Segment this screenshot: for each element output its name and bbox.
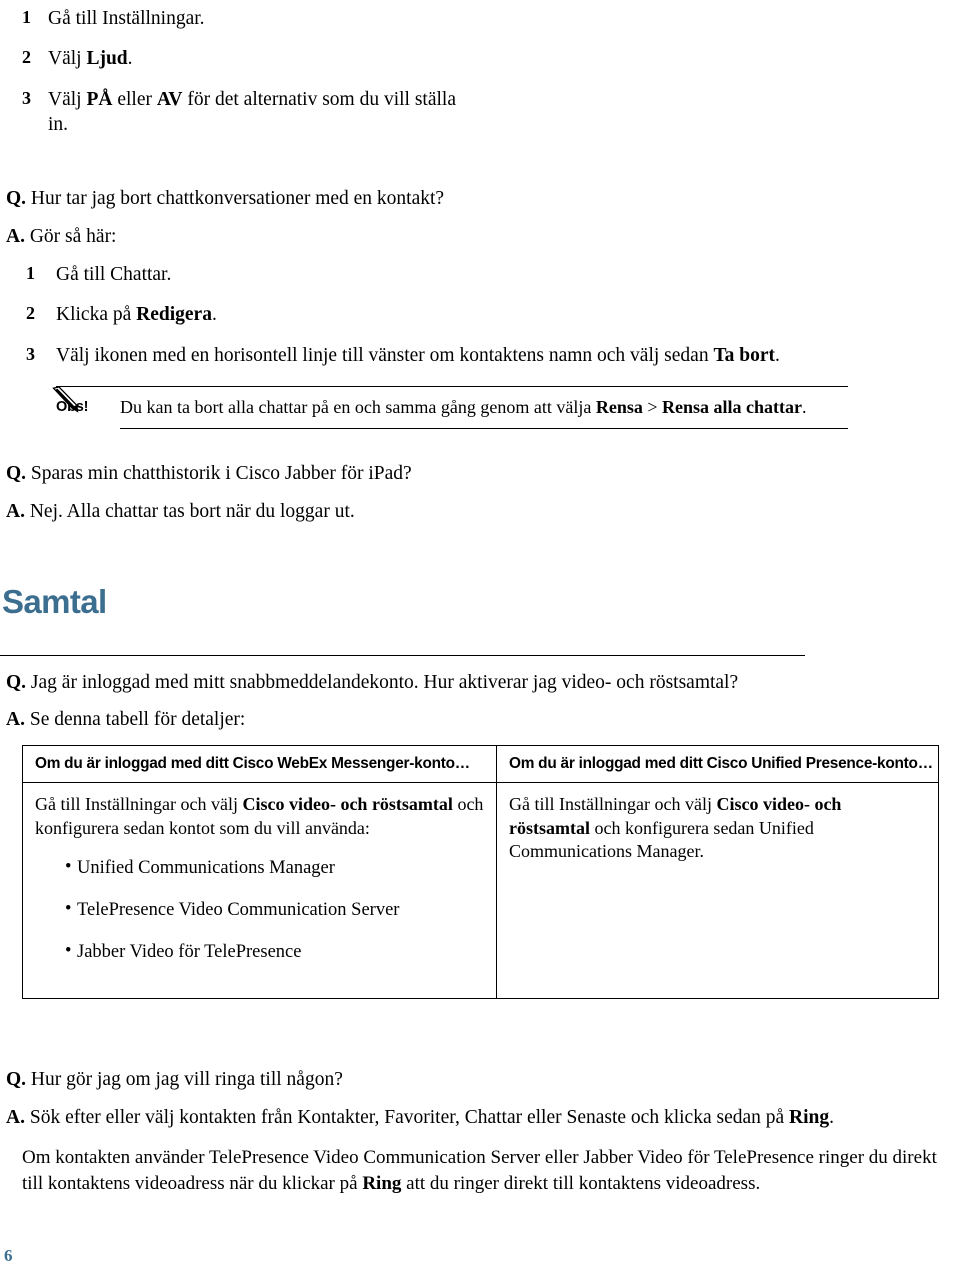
question-line: Q. Hur tar jag bort chattkonversationer … <box>0 186 960 212</box>
question-text: Jag är inloggad med mitt snabbmeddelande… <box>30 671 739 693</box>
answer-text: Gör så här: <box>29 226 117 248</box>
cell-bullet-list: Unified Communications Manager TelePrese… <box>35 855 484 964</box>
answer-line: A. Sök efter eller välj kontakten från K… <box>0 1105 960 1131</box>
column-header-unified-presence: Om du är inloggad med ditt Cisco Unified… <box>496 745 939 784</box>
account-table: Om du är inloggad med ditt Cisco WebEx M… <box>22 745 939 1000</box>
list-item: 3 Välj PÅ eller AV för det alternativ so… <box>22 87 960 138</box>
answer-tag: A. <box>6 226 25 248</box>
list-item: 2 Välj Ljud. <box>22 46 960 71</box>
answer-tag: A. <box>6 1106 25 1128</box>
top-steps-block: 1 Gå till Inställningar. 2 Välj Ljud. 3 … <box>0 0 960 137</box>
step-text: Gå till Inställningar. <box>48 8 205 29</box>
cell-text: Gå till Inställningar och välj Cisco vid… <box>509 794 842 861</box>
answer-text: Se denna tabell för detaljer: <box>29 709 246 731</box>
list-item: 1 Gå till Chattar. <box>26 262 960 287</box>
step-text: Gå till Chattar. <box>56 263 172 285</box>
note-box: Obs! Du kan ta bort alla chattar på en o… <box>0 385 960 430</box>
question-tag: Q. <box>6 188 27 210</box>
cell-text: Gå till Inställningar och välj Cisco vid… <box>35 794 484 838</box>
faq-delete-chats: Q. Hur tar jag bort chattkonversationer … <box>0 186 960 368</box>
list-item: 3 Välj ikonen med en horisontell linje t… <box>26 343 960 368</box>
step-number: 1 <box>22 7 31 27</box>
steps-list: 1 Gå till Inställningar. 2 Välj Ljud. 3 … <box>22 6 960 137</box>
list-item: Jabber Video för TelePresence <box>65 939 484 964</box>
list-item: 1 Gå till Inställningar. <box>22 6 960 31</box>
pencil-icon <box>50 386 84 416</box>
answer-text: Nej. Alla chattar tas bort när du loggar… <box>29 501 355 522</box>
table-cell-unified-presence: Gå till Inställningar och välj Cisco vid… <box>497 783 939 999</box>
list-item: TelePresence Video Communication Server <box>65 897 484 922</box>
answer-line: A. Se denna tabell för detaljer: <box>0 707 960 733</box>
question-tag: Q. <box>6 671 27 693</box>
column-header-webex: Om du är inloggad med ditt Cisco WebEx M… <box>22 745 497 784</box>
question-text: Hur gör jag om jag vill ringa till någon… <box>30 1069 343 1091</box>
question-line: Q. Hur gör jag om jag vill ringa till nå… <box>0 1067 960 1093</box>
step-number: 3 <box>22 87 31 108</box>
step-number: 2 <box>22 47 31 68</box>
page-number: 6 <box>4 1246 13 1265</box>
answer-line: A. Gör så här: <box>0 224 960 250</box>
section-heading: Samtal <box>2 582 107 620</box>
answer-line: A. Nej. Alla chattar tas bort när du log… <box>0 499 960 525</box>
question-text: Hur tar jag bort chattkonversationer med… <box>30 188 445 210</box>
steps-list: 1 Gå till Chattar. 2 Klicka på Redigera.… <box>0 262 960 368</box>
note-text: Du kan ta bort alla chattar på en och sa… <box>120 385 848 430</box>
step-text: Välj PÅ eller AV för det alternativ som … <box>48 88 456 136</box>
step-text: Klicka på Redigera. <box>56 304 217 326</box>
table-row: Gå till Inställningar och välj Cisco vid… <box>22 782 939 999</box>
answer-tag: A. <box>6 709 25 731</box>
horizontal-rule <box>0 654 805 656</box>
faq-chat-history: Q. Sparas min chatthistorik i Cisco Jabb… <box>0 461 960 524</box>
question-tag: Q. <box>6 1069 27 1091</box>
account-table-wrap: Om du är inloggad med ditt Cisco WebEx M… <box>0 745 960 1000</box>
table-header-row: Om du är inloggad med ditt Cisco WebEx M… <box>22 745 939 784</box>
question-tag: Q. <box>6 463 27 485</box>
answer-tag: A. <box>6 501 25 522</box>
list-item: Unified Communications Manager <box>65 855 484 880</box>
faq-video-voice: Q. Jag är inloggad med mitt snabbmeddela… <box>0 670 960 733</box>
step-number: 1 <box>26 262 35 283</box>
step-text: Välj Ljud. <box>48 48 133 70</box>
document-page: 1 Gå till Inställningar. 2 Välj Ljud. 3 … <box>0 0 960 1280</box>
question-line: Q. Sparas min chatthistorik i Cisco Jabb… <box>0 461 960 487</box>
table-cell-webex: Gå till Inställningar och välj Cisco vid… <box>22 782 497 999</box>
list-item: 2 Klicka på Redigera. <box>26 302 960 327</box>
step-text: Välj ikonen med en horisontell linje til… <box>56 344 780 366</box>
supplementary-paragraph: Om kontakten använder TelePresence Video… <box>22 1146 937 1194</box>
step-number: 2 <box>26 303 35 324</box>
question-text: Sparas min chatthistorik i Cisco Jabber … <box>30 463 412 485</box>
step-number: 3 <box>26 343 35 364</box>
answer-text: Sök efter eller välj kontakten från Kont… <box>29 1106 835 1128</box>
question-line: Q. Jag är inloggad med mitt snabbmeddela… <box>0 670 960 696</box>
faq-make-call: Q. Hur gör jag om jag vill ringa till nå… <box>0 1067 960 1197</box>
